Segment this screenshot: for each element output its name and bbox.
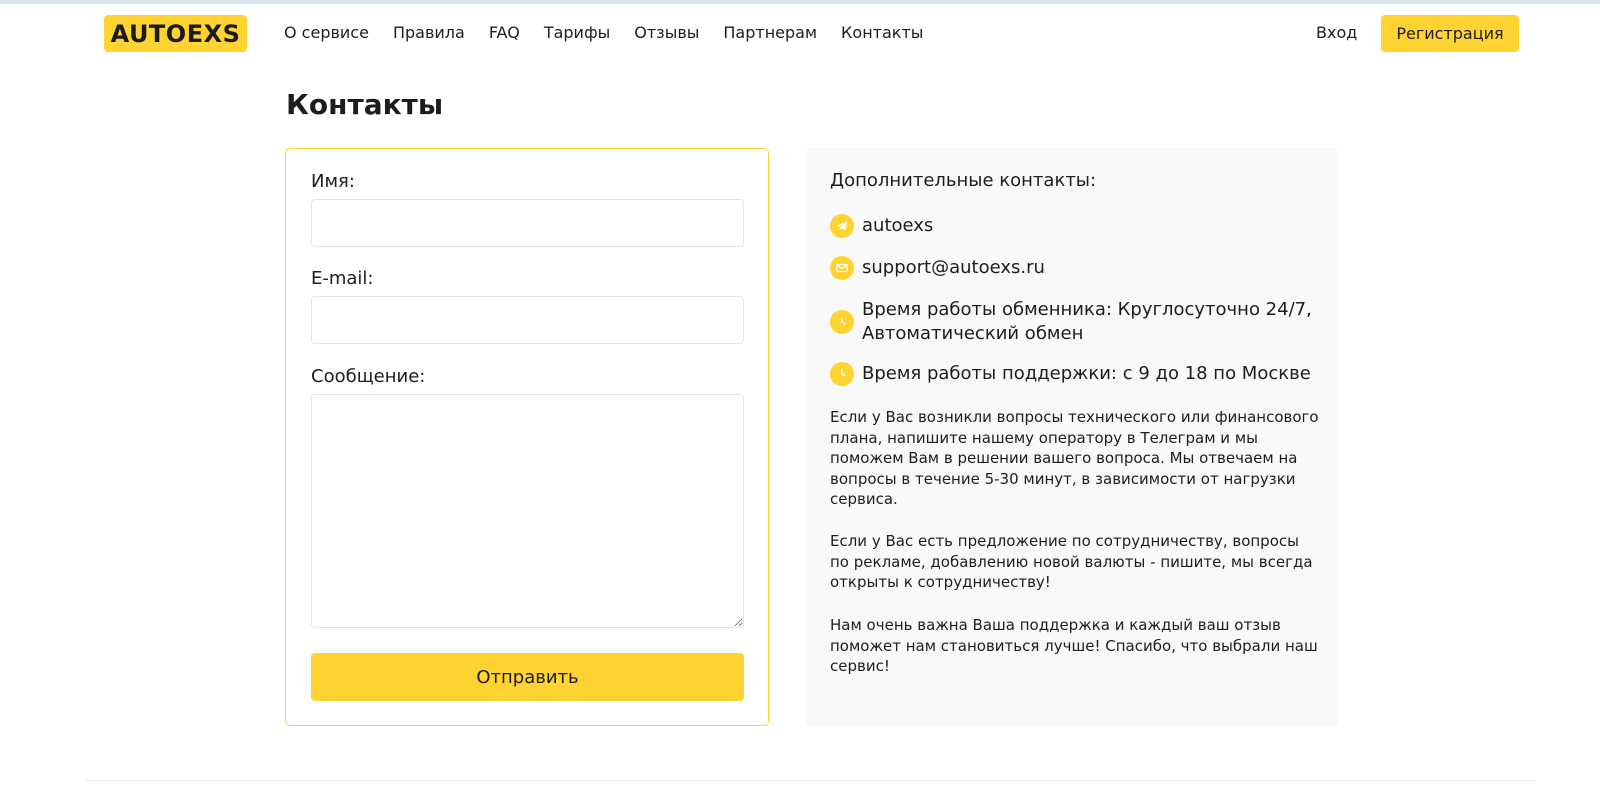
support-hours-text: Время работы поддержки: с 9 до 18 по Мос… [862,363,1311,384]
exchange-hours-line1: Время работы обменника: Круглосуточно 24… [862,299,1312,320]
email-contact[interactable]: support@autoexs.ru [830,256,1045,280]
nav-item-faq[interactable]: FAQ [489,23,520,42]
info-paragraph-technical: Если у Вас возникли вопросы технического… [830,408,1319,508]
telegram-handle[interactable]: autoexs [862,214,933,238]
nav-item-reviews[interactable]: Отзывы [634,23,699,42]
exchange-hours-line2: Автоматический обмен [862,323,1084,344]
info-paragraph-cooperation: Если у Вас есть предложение по сотруднич… [830,532,1313,591]
additional-contacts-panel: Дополнительные контакты: autoexs support… [806,148,1338,726]
clock-icon [830,362,854,386]
mail-icon [830,256,854,280]
page-title: Контакты [286,88,444,121]
support-email[interactable]: support@autoexs.ru [862,256,1045,280]
info-paragraph-thanks: Нам очень важна Ваша поддержка и каждый … [830,616,1318,675]
name-input[interactable] [311,199,744,247]
login-link[interactable]: Вход [1316,23,1357,42]
nav-item-rules[interactable]: Правила [393,23,465,42]
nav-item-contacts[interactable]: Контакты [841,23,923,42]
name-label: Имя: [311,171,355,192]
nav-item-tariffs[interactable]: Тарифы [544,23,610,42]
submit-button[interactable]: Отправить [311,653,744,701]
exchange-hours: Время работы обменника: Круглосуточно 24… [830,298,1312,346]
telegram-contact[interactable]: autoexs [830,214,933,238]
footer-divider [86,780,1536,781]
email-label: E-mail: [311,268,374,289]
support-hours: Время работы поддержки: с 9 до 18 по Мос… [830,362,1311,386]
additional-contacts-title: Дополнительные контакты: [830,170,1097,191]
register-button[interactable]: Регистрация [1381,15,1519,52]
nav-item-about[interactable]: О сервисе [284,23,369,42]
email-input[interactable] [311,296,744,344]
message-textarea[interactable] [311,394,744,628]
telegram-icon [830,214,854,238]
message-label: Сообщение: [311,366,426,387]
main-nav: О сервисе Правила FAQ Тарифы Отзывы Парт… [284,23,923,42]
site-header: AUTOEXS О сервисе Правила FAQ Тарифы Отз… [0,4,1600,64]
clock-icon [830,310,854,334]
logo[interactable]: AUTOEXS [104,15,247,52]
nav-item-partners[interactable]: Партнерам [723,23,817,42]
contact-form: Имя: E-mail: Сообщение: Отправить [285,148,769,726]
